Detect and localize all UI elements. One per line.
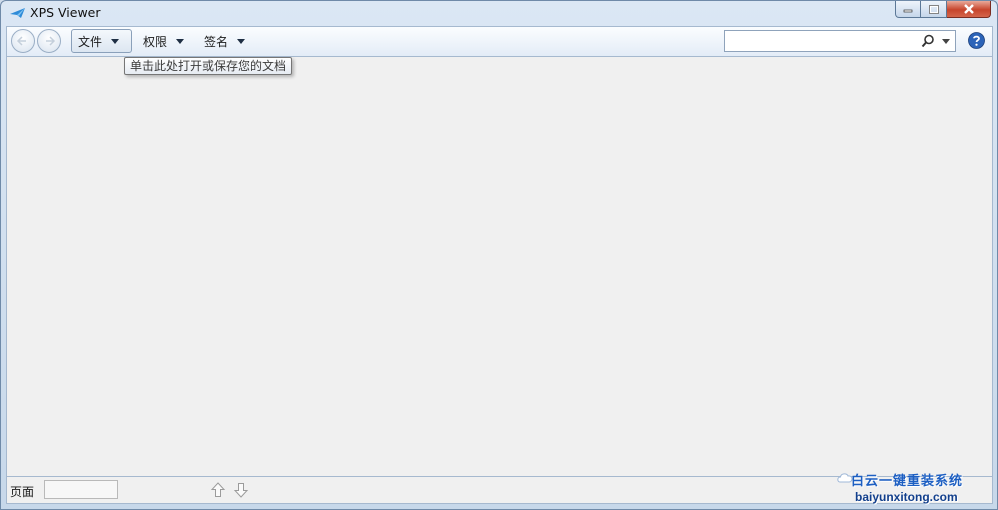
page-number-input[interactable]: [44, 480, 118, 499]
forward-arrow-icon: [46, 36, 56, 46]
page-label: 页面: [10, 485, 35, 499]
search-dropdown-icon[interactable]: [942, 39, 950, 44]
dropdown-arrow-icon: [237, 38, 246, 44]
back-arrow-icon: [16, 36, 26, 46]
title-bar[interactable]: XPS Viewer: [1, 1, 997, 26]
close-icon: [963, 4, 974, 14]
navigation-buttons: [11, 29, 61, 53]
caption-buttons: [895, 1, 991, 19]
signatures-menu-button[interactable]: 签名: [198, 29, 251, 53]
previous-page-icon[interactable]: [209, 481, 227, 499]
maximize-button[interactable]: [921, 1, 947, 18]
dropdown-arrow-icon: [176, 38, 185, 44]
next-page-icon[interactable]: [232, 481, 250, 499]
watermark: 白云一键重装系统 baiyunxitong.com: [837, 466, 997, 508]
document-area[interactable]: [6, 57, 993, 476]
minimize-button[interactable]: [895, 1, 921, 18]
watermark-title: 白云一键重装系统: [851, 474, 964, 489]
help-icon[interactable]: [968, 32, 985, 49]
permissions-menu-button[interactable]: 权限: [137, 29, 190, 53]
dropdown-arrow-icon: [111, 38, 120, 44]
forward-button[interactable]: [37, 29, 61, 53]
back-button[interactable]: [11, 29, 35, 53]
search-icon[interactable]: [921, 34, 935, 48]
maximize-icon: [928, 4, 939, 14]
file-menu-button[interactable]: 文件: [71, 29, 132, 53]
toolbar: 文件 权限 签名: [6, 26, 993, 57]
minimize-icon: [903, 9, 913, 13]
permissions-menu-label: 权限: [143, 34, 168, 49]
signatures-menu-label: 签名: [204, 34, 229, 49]
close-button[interactable]: [947, 1, 991, 18]
file-menu-label: 文件: [78, 34, 103, 49]
watermark-url: baiyunxitong.com: [855, 490, 958, 504]
xps-viewer-window: XPS Viewer 文件 权限 签名 单击此处打开或保存您的文档 页面 白云一…: [0, 0, 998, 510]
search-input[interactable]: [724, 30, 956, 52]
xps-app-icon: [10, 8, 25, 18]
window-title: XPS Viewer: [30, 5, 101, 20]
file-menu-tooltip: 单击此处打开或保存您的文档: [124, 57, 293, 75]
